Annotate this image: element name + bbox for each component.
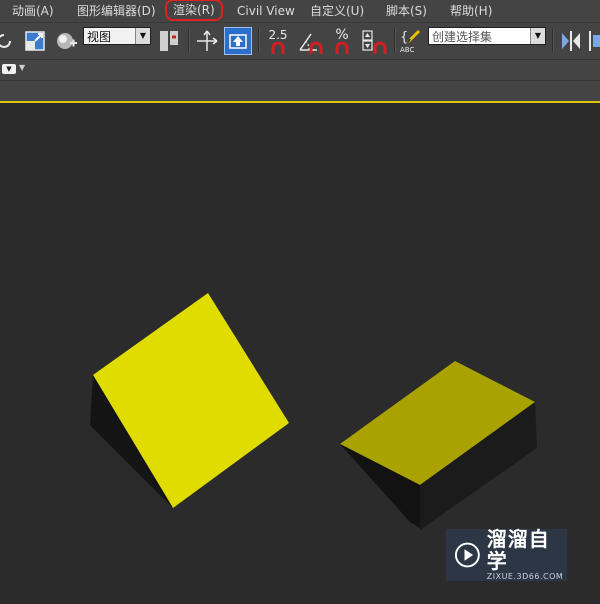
watermark-brand: 溜溜自学 xyxy=(486,527,550,573)
watermark-domain: ZIXUE.3D66.COM xyxy=(486,572,564,581)
magnet-icon xyxy=(271,41,285,54)
magnet-icon xyxy=(335,42,349,54)
mirror-icon[interactable] xyxy=(558,27,584,55)
snaps-toggle-button[interactable]: 2.5 xyxy=(264,27,292,55)
transform-axis-icon[interactable] xyxy=(194,27,220,55)
menu-scripting[interactable]: 脚本(S) xyxy=(386,3,427,19)
play-icon xyxy=(454,542,480,568)
spinner-snap-icon[interactable] xyxy=(360,27,388,55)
view-dropdown[interactable]: 视图 ▼ xyxy=(83,27,151,45)
toolbar-separator xyxy=(258,29,260,53)
perspective-viewport[interactable] xyxy=(0,103,600,600)
angle-snap-icon[interactable] xyxy=(296,27,324,55)
edit-named-selection-icon[interactable]: { ABC xyxy=(398,27,424,55)
snaps-label: 2.5 xyxy=(268,27,288,42)
svg-text:ABC: ABC xyxy=(400,46,414,54)
left-wedge-top-face[interactable] xyxy=(93,293,289,508)
select-and-manipulate-button[interactable] xyxy=(224,27,252,55)
view-dropdown-value: 视图 xyxy=(87,30,112,44)
dropdown-arrow-icon[interactable]: ▼ xyxy=(19,63,25,72)
viewport-scene xyxy=(90,293,537,530)
main-toolbar: 视图 ▼ 2.5 % {ABC 创建选择集 ▼ xyxy=(0,23,600,60)
toolbar-separator xyxy=(188,29,190,53)
align-icon[interactable] xyxy=(588,27,600,55)
rotate-icon[interactable] xyxy=(0,27,14,55)
ribbon-strip xyxy=(0,81,600,101)
menu-bar: 动画(A) 图形编辑器(D) 渲染(R) Civil View 自定义(U) 脚… xyxy=(0,0,600,23)
chevron-down-icon[interactable]: ▼ xyxy=(2,64,16,74)
toolbar-separator xyxy=(552,29,554,53)
menu-graph-editors[interactable]: 图形编辑器(D) xyxy=(77,3,156,19)
percent-snap-label: % xyxy=(335,27,349,43)
secondary-toolbar: ▼ ▼ xyxy=(0,60,600,81)
svg-text:{: { xyxy=(400,30,408,45)
chevron-down-icon: ▼ xyxy=(135,28,150,44)
reference-coordinate-icon[interactable] xyxy=(54,27,80,55)
percent-snap-button[interactable]: % xyxy=(328,27,356,55)
chevron-down-icon: ▼ xyxy=(530,28,545,44)
menu-customize[interactable]: 自定义(U) xyxy=(310,3,364,19)
named-selection-sets-value: 创建选择集 xyxy=(432,30,493,44)
watermark-logo: 溜溜自学 ZIXUE.3D66.COM xyxy=(446,527,567,581)
select-and-scale-icon[interactable] xyxy=(22,27,48,55)
menu-animation[interactable]: 动画(A) xyxy=(12,3,54,19)
toolbar-separator xyxy=(394,29,396,53)
menu-rendering[interactable]: 渲染(R) xyxy=(165,0,223,21)
pivot-point-icon[interactable] xyxy=(156,27,182,55)
named-selection-sets-dropdown[interactable]: 创建选择集 ▼ xyxy=(428,27,546,45)
menu-civil-view[interactable]: Civil View xyxy=(237,3,295,19)
menu-help[interactable]: 帮助(H) xyxy=(450,3,492,19)
